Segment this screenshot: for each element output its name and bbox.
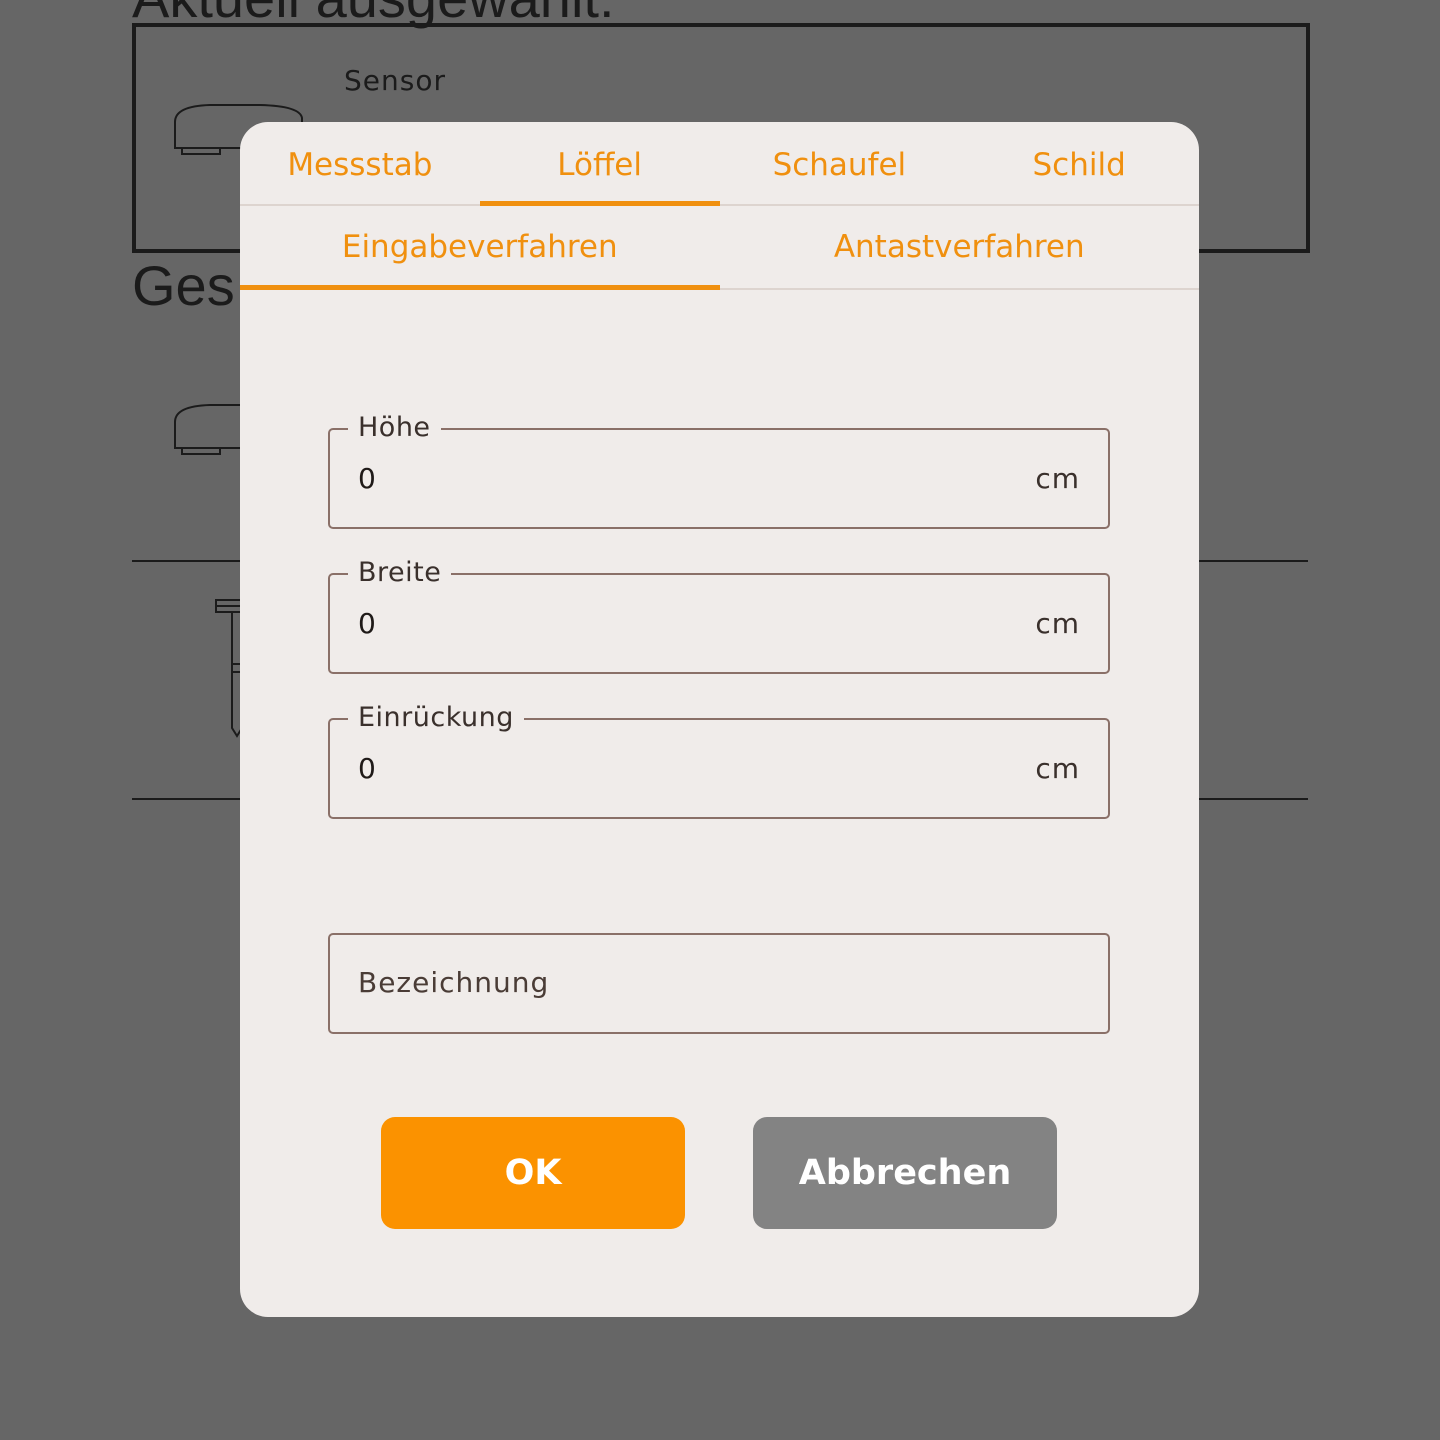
tab-loeffel[interactable]: Löffel — [479, 122, 720, 206]
cancel-button[interactable]: Abbrechen — [753, 1117, 1057, 1229]
background-heading-total: Ges — [132, 254, 235, 317]
tool-dialog: Messstab Löffel Schaufel Schild Eingabev… — [240, 122, 1199, 1317]
tab-schild[interactable]: Schild — [959, 122, 1199, 204]
name-input-placeholder[interactable]: Bezeichnung — [358, 966, 549, 999]
tab-messstab[interactable]: Messstab — [240, 122, 480, 204]
name-field[interactable]: Bezeichnung — [328, 933, 1110, 1034]
tool-type-tabs: Messstab Löffel Schaufel Schild — [240, 122, 1199, 206]
width-field[interactable]: Breite 0 cm — [328, 557, 1110, 674]
height-input[interactable]: 0 — [358, 462, 376, 495]
selected-item-label: Sensor — [344, 64, 446, 97]
height-unit: cm — [1035, 462, 1080, 495]
indent-input[interactable]: 0 — [358, 752, 376, 785]
width-field-label: Breite — [348, 557, 452, 589]
tab-schaufel[interactable]: Schaufel — [720, 122, 960, 204]
height-field-label: Höhe — [348, 412, 441, 444]
indent-unit: cm — [1035, 752, 1080, 785]
indent-field[interactable]: Einrückung 0 cm — [328, 702, 1110, 819]
height-field[interactable]: Höhe 0 cm — [328, 412, 1110, 529]
indent-field-label: Einrückung — [348, 702, 524, 734]
tab-antastverfahren[interactable]: Antastverfahren — [720, 206, 1200, 288]
method-tabs: Eingabeverfahren Antastverfahren — [240, 206, 1199, 290]
width-unit: cm — [1035, 607, 1080, 640]
tab-eingabeverfahren[interactable]: Eingabeverfahren — [240, 206, 720, 290]
ok-button[interactable]: OK — [381, 1117, 685, 1229]
width-input[interactable]: 0 — [358, 607, 376, 640]
